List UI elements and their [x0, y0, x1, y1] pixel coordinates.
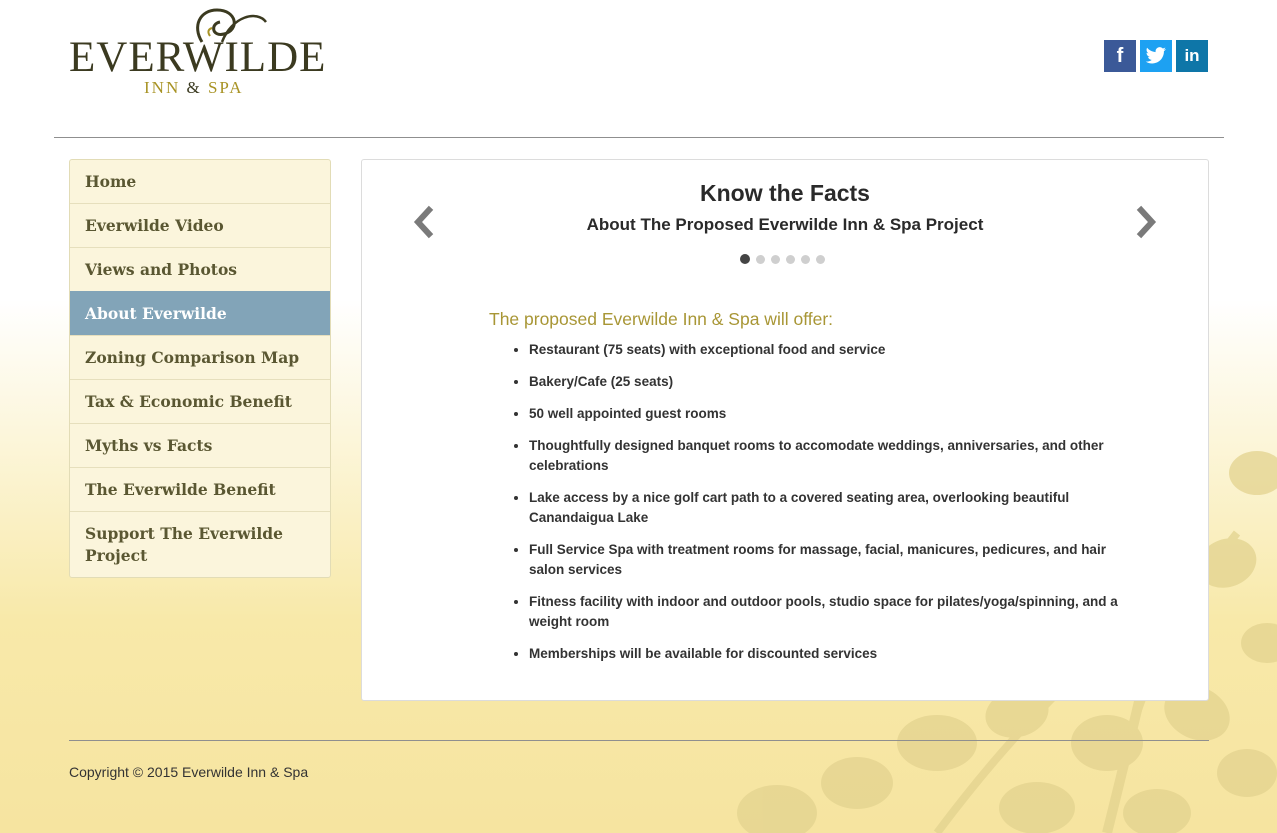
- sidebar-item-views-and-photos[interactable]: Views and Photos: [70, 247, 330, 291]
- offer-list: Restaurant (75 seats) with exceptional f…: [489, 340, 1129, 676]
- slide-subtitle: About The Proposed Everwilde Inn & Spa P…: [586, 215, 984, 234]
- logo-wordmark: EVERWILDE: [69, 34, 327, 81]
- twitter-icon: [1145, 47, 1166, 64]
- carousel-dot-5[interactable]: [801, 254, 810, 264]
- list-item: Lake access by a nice golf cart path to …: [529, 488, 1129, 528]
- twitter-button[interactable]: [1140, 40, 1172, 72]
- sidebar-item-support-project[interactable]: Support The Everwilde Project: [70, 511, 330, 577]
- list-item: Restaurant (75 seats) with exceptional f…: [529, 340, 1129, 360]
- sidebar-item-myths-vs-facts[interactable]: Myths vs Facts: [70, 423, 330, 467]
- facebook-button[interactable]: f: [1104, 40, 1136, 72]
- sidebar-item-zoning-comparison-map[interactable]: Zoning Comparison Map: [70, 335, 330, 379]
- carousel-dot-1[interactable]: [740, 254, 750, 264]
- header-divider: [54, 137, 1224, 138]
- list-item: Bakery/Cafe (25 seats): [529, 372, 1129, 392]
- carousel-prev-button[interactable]: [409, 204, 439, 240]
- list-item: 50 well appointed guest rooms: [529, 404, 1129, 424]
- carousel-next-button[interactable]: [1131, 204, 1161, 240]
- everwilde-logo[interactable]: EVERWILDE INN & SPA: [66, 6, 328, 102]
- list-item: Fitness facility with indoor and outdoor…: [529, 592, 1129, 632]
- list-item: Thoughtfully designed banquet rooms to a…: [529, 436, 1129, 476]
- logo-sub-inn: INN: [144, 78, 181, 97]
- site-header: EVERWILDE INN & SPA f in: [0, 0, 1277, 140]
- footer-divider: [69, 740, 1209, 741]
- offer-heading: The proposed Everwilde Inn & Spa will of…: [489, 309, 834, 329]
- slide-title: Know the Facts: [700, 180, 870, 206]
- linkedin-icon: in: [1184, 46, 1200, 65]
- copyright-text: Copyright © 2015 Everwilde Inn & Spa: [69, 764, 309, 780]
- logo-tagline: INN & SPA: [144, 79, 244, 96]
- logo-sub-amp: &: [186, 78, 202, 97]
- sidebar-item-tax-economic-benefit[interactable]: Tax & Economic Benefit: [70, 379, 330, 423]
- carousel-dot-4[interactable]: [786, 254, 795, 264]
- content-panel: Know the Facts About The Proposed Everwi…: [361, 159, 1209, 701]
- logo-sub-spa: SPA: [207, 78, 244, 97]
- carousel-dot-2[interactable]: [756, 254, 765, 264]
- list-item: Memberships will be available for discou…: [529, 644, 1129, 664]
- carousel-dot-6[interactable]: [816, 254, 825, 264]
- carousel-dot-3[interactable]: [771, 254, 780, 264]
- sidebar-item-everwilde-video[interactable]: Everwilde Video: [70, 203, 330, 247]
- sidebar-item-home[interactable]: Home: [70, 160, 330, 203]
- carousel-indicators: [740, 254, 825, 264]
- sidebar-nav: Home Everwilde Video Views and Photos Ab…: [69, 159, 331, 578]
- sidebar-item-everwilde-benefit[interactable]: The Everwilde Benefit: [70, 467, 330, 511]
- facebook-icon: f: [1116, 44, 1124, 67]
- sidebar-item-about-everwilde[interactable]: About Everwilde: [70, 291, 330, 335]
- linkedin-button[interactable]: in: [1176, 40, 1208, 72]
- chevron-left-icon: [413, 205, 434, 239]
- list-item: Full Service Spa with treatment rooms fo…: [529, 540, 1129, 580]
- chevron-right-icon: [1136, 205, 1157, 239]
- social-links: f in: [1104, 40, 1208, 72]
